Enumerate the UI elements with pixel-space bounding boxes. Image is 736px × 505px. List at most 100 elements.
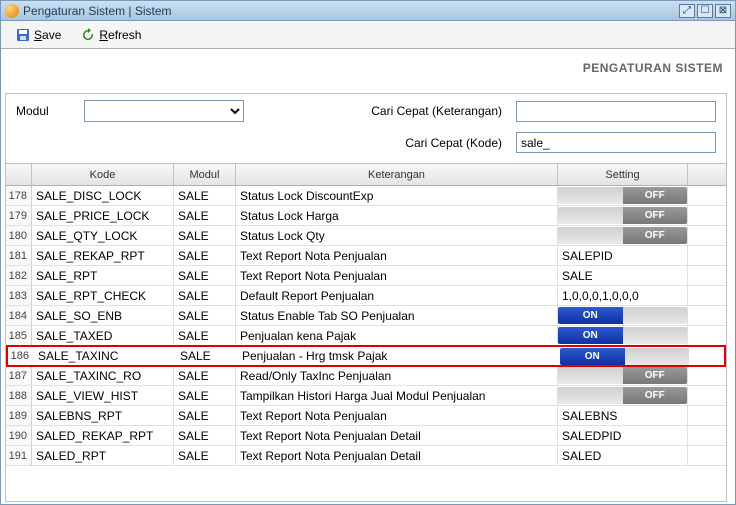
maximize-button[interactable]: ☐ bbox=[697, 4, 713, 18]
table-row[interactable]: 179SALE_PRICE_LOCKSALEStatus Lock HargaO… bbox=[6, 206, 726, 226]
cell-keterangan[interactable]: Text Report Nota Penjualan bbox=[236, 266, 558, 285]
cell-keterangan[interactable]: Penjualan - Hrg tmsk Pajak bbox=[238, 347, 560, 365]
cell-kode[interactable]: SALE_VIEW_HIST bbox=[32, 386, 174, 405]
toggle-on[interactable]: ON bbox=[558, 327, 687, 344]
cell-modul[interactable]: SALE bbox=[174, 306, 236, 325]
cell-setting[interactable]: SALE bbox=[558, 266, 688, 285]
cell-keterangan[interactable]: Text Report Nota Penjualan bbox=[236, 406, 558, 425]
cell-setting[interactable]: OFF bbox=[558, 226, 688, 245]
cell-keterangan[interactable]: Status Lock Qty bbox=[236, 226, 558, 245]
table-row[interactable]: 188SALE_VIEW_HISTSALETampilkan Histori H… bbox=[6, 386, 726, 406]
table-row[interactable]: 178SALE_DISC_LOCKSALEStatus Lock Discoun… bbox=[6, 186, 726, 206]
cell-keterangan[interactable]: Text Report Nota Penjualan bbox=[236, 246, 558, 265]
cell-setting[interactable]: SALED bbox=[558, 446, 688, 465]
header-keterangan[interactable]: Keterangan bbox=[236, 164, 558, 185]
minimize-button[interactable]: ⤢ bbox=[679, 4, 695, 18]
row-num: 189 bbox=[6, 406, 32, 425]
app-icon bbox=[5, 4, 19, 18]
cell-keterangan[interactable]: Text Report Nota Penjualan Detail bbox=[236, 426, 558, 445]
cell-modul[interactable]: SALE bbox=[174, 226, 236, 245]
toggle-off[interactable]: OFF bbox=[558, 387, 687, 404]
cell-setting[interactable]: SALEBNS bbox=[558, 406, 688, 425]
table-row[interactable]: 184SALE_SO_ENBSALEStatus Enable Tab SO P… bbox=[6, 306, 726, 326]
toggle-off[interactable]: OFF bbox=[558, 367, 687, 384]
cell-kode[interactable]: SALE_TAXED bbox=[32, 326, 174, 345]
cell-setting[interactable]: OFF bbox=[558, 186, 688, 205]
cell-kode[interactable]: SALED_REKAP_RPT bbox=[32, 426, 174, 445]
cell-keterangan[interactable]: Text Report Nota Penjualan Detail bbox=[236, 446, 558, 465]
toggle-on[interactable]: ON bbox=[560, 348, 689, 365]
cell-kode[interactable]: SALEBNS_RPT bbox=[32, 406, 174, 425]
table-row[interactable]: 181SALE_REKAP_RPTSALEText Report Nota Pe… bbox=[6, 246, 726, 266]
cell-keterangan[interactable]: Read/Only TaxInc Penjualan bbox=[236, 366, 558, 385]
toggle-on[interactable]: ON bbox=[558, 307, 687, 324]
cell-kode[interactable]: SALE_QTY_LOCK bbox=[32, 226, 174, 245]
cell-setting[interactable]: ON bbox=[558, 306, 688, 325]
cell-modul[interactable]: SALE bbox=[174, 326, 236, 345]
cell-setting[interactable]: SALEPID bbox=[558, 246, 688, 265]
cell-modul[interactable]: SALE bbox=[174, 286, 236, 305]
save-label: Save bbox=[34, 28, 61, 42]
panel: Modul Cari Cepat (Keterangan) Cari Cepat… bbox=[5, 93, 727, 502]
row-num: 181 bbox=[6, 246, 32, 265]
cell-keterangan[interactable]: Tampilkan Histori Harga Jual Modul Penju… bbox=[236, 386, 558, 405]
header-modul[interactable]: Modul bbox=[174, 164, 236, 185]
header-setting[interactable]: Setting bbox=[558, 164, 688, 185]
table-row[interactable]: 190SALED_REKAP_RPTSALEText Report Nota P… bbox=[6, 426, 726, 446]
cell-kode[interactable]: SALE_PRICE_LOCK bbox=[32, 206, 174, 225]
cell-kode[interactable]: SALE_RPT_CHECK bbox=[32, 286, 174, 305]
cell-setting[interactable]: OFF bbox=[558, 366, 688, 385]
cell-kode[interactable]: SALE_REKAP_RPT bbox=[32, 246, 174, 265]
table-row[interactable]: 186SALE_TAXINCSALEPenjualan - Hrg tmsk P… bbox=[6, 345, 726, 367]
close-button[interactable]: ⊠ bbox=[715, 4, 731, 18]
table-row[interactable]: 191SALED_RPTSALEText Report Nota Penjual… bbox=[6, 446, 726, 466]
save-button[interactable]: Save bbox=[7, 24, 70, 46]
cell-kode[interactable]: SALE_TAXINC bbox=[34, 347, 176, 365]
toggle-off[interactable]: OFF bbox=[558, 227, 687, 244]
table-row[interactable]: 185SALE_TAXEDSALEPenjualan kena PajakON bbox=[6, 326, 726, 346]
row-num: 183 bbox=[6, 286, 32, 305]
cell-kode[interactable]: SALE_TAXINC_RO bbox=[32, 366, 174, 385]
modul-select[interactable] bbox=[84, 100, 244, 122]
refresh-label: Refresh bbox=[99, 28, 141, 42]
grid-body[interactable]: 178SALE_DISC_LOCKSALEStatus Lock Discoun… bbox=[6, 186, 726, 501]
cell-keterangan[interactable]: Default Report Penjualan bbox=[236, 286, 558, 305]
cell-modul[interactable]: SALE bbox=[174, 406, 236, 425]
header-kode[interactable]: Kode bbox=[32, 164, 174, 185]
cell-modul[interactable]: SALE bbox=[174, 366, 236, 385]
table-row[interactable]: 189SALEBNS_RPTSALEText Report Nota Penju… bbox=[6, 406, 726, 426]
cell-modul[interactable]: SALE bbox=[174, 266, 236, 285]
cell-modul[interactable]: SALE bbox=[176, 347, 238, 365]
toggle-off[interactable]: OFF bbox=[558, 207, 687, 224]
cell-setting[interactable]: ON bbox=[560, 347, 690, 365]
cell-modul[interactable]: SALE bbox=[174, 426, 236, 445]
refresh-button[interactable]: Refresh bbox=[72, 24, 150, 46]
cell-modul[interactable]: SALE bbox=[174, 186, 236, 205]
cell-modul[interactable]: SALE bbox=[174, 206, 236, 225]
header-num[interactable] bbox=[6, 164, 32, 185]
cell-setting[interactable]: 1,0,0,0,1,0,0,0 bbox=[558, 286, 688, 305]
cell-modul[interactable]: SALE bbox=[174, 446, 236, 465]
cell-modul[interactable]: SALE bbox=[174, 386, 236, 405]
cell-keterangan[interactable]: Status Lock DiscountExp bbox=[236, 186, 558, 205]
search-code-input[interactable] bbox=[516, 132, 716, 153]
cell-modul[interactable]: SALE bbox=[174, 246, 236, 265]
cell-kode[interactable]: SALE_SO_ENB bbox=[32, 306, 174, 325]
toggle-off[interactable]: OFF bbox=[558, 187, 687, 204]
cell-setting[interactable]: ON bbox=[558, 326, 688, 345]
cell-keterangan[interactable]: Status Lock Harga bbox=[236, 206, 558, 225]
table-row[interactable]: 187SALE_TAXINC_ROSALERead/Only TaxInc Pe… bbox=[6, 366, 726, 386]
cell-keterangan[interactable]: Penjualan kena Pajak bbox=[236, 326, 558, 345]
search-desc-input[interactable] bbox=[516, 101, 716, 122]
cell-kode[interactable]: SALE_RPT bbox=[32, 266, 174, 285]
table-row[interactable]: 180SALE_QTY_LOCKSALEStatus Lock QtyOFF bbox=[6, 226, 726, 246]
table-row[interactable]: 182SALE_RPTSALEText Report Nota Penjuala… bbox=[6, 266, 726, 286]
cell-setting[interactable]: OFF bbox=[558, 206, 688, 225]
cell-kode[interactable]: SALE_DISC_LOCK bbox=[32, 186, 174, 205]
cell-setting[interactable]: OFF bbox=[558, 386, 688, 405]
toolbar: Save Refresh bbox=[1, 21, 735, 49]
cell-kode[interactable]: SALED_RPT bbox=[32, 446, 174, 465]
cell-keterangan[interactable]: Status Enable Tab SO Penjualan bbox=[236, 306, 558, 325]
table-row[interactable]: 183SALE_RPT_CHECKSALEDefault Report Penj… bbox=[6, 286, 726, 306]
cell-setting[interactable]: SALEDPID bbox=[558, 426, 688, 445]
